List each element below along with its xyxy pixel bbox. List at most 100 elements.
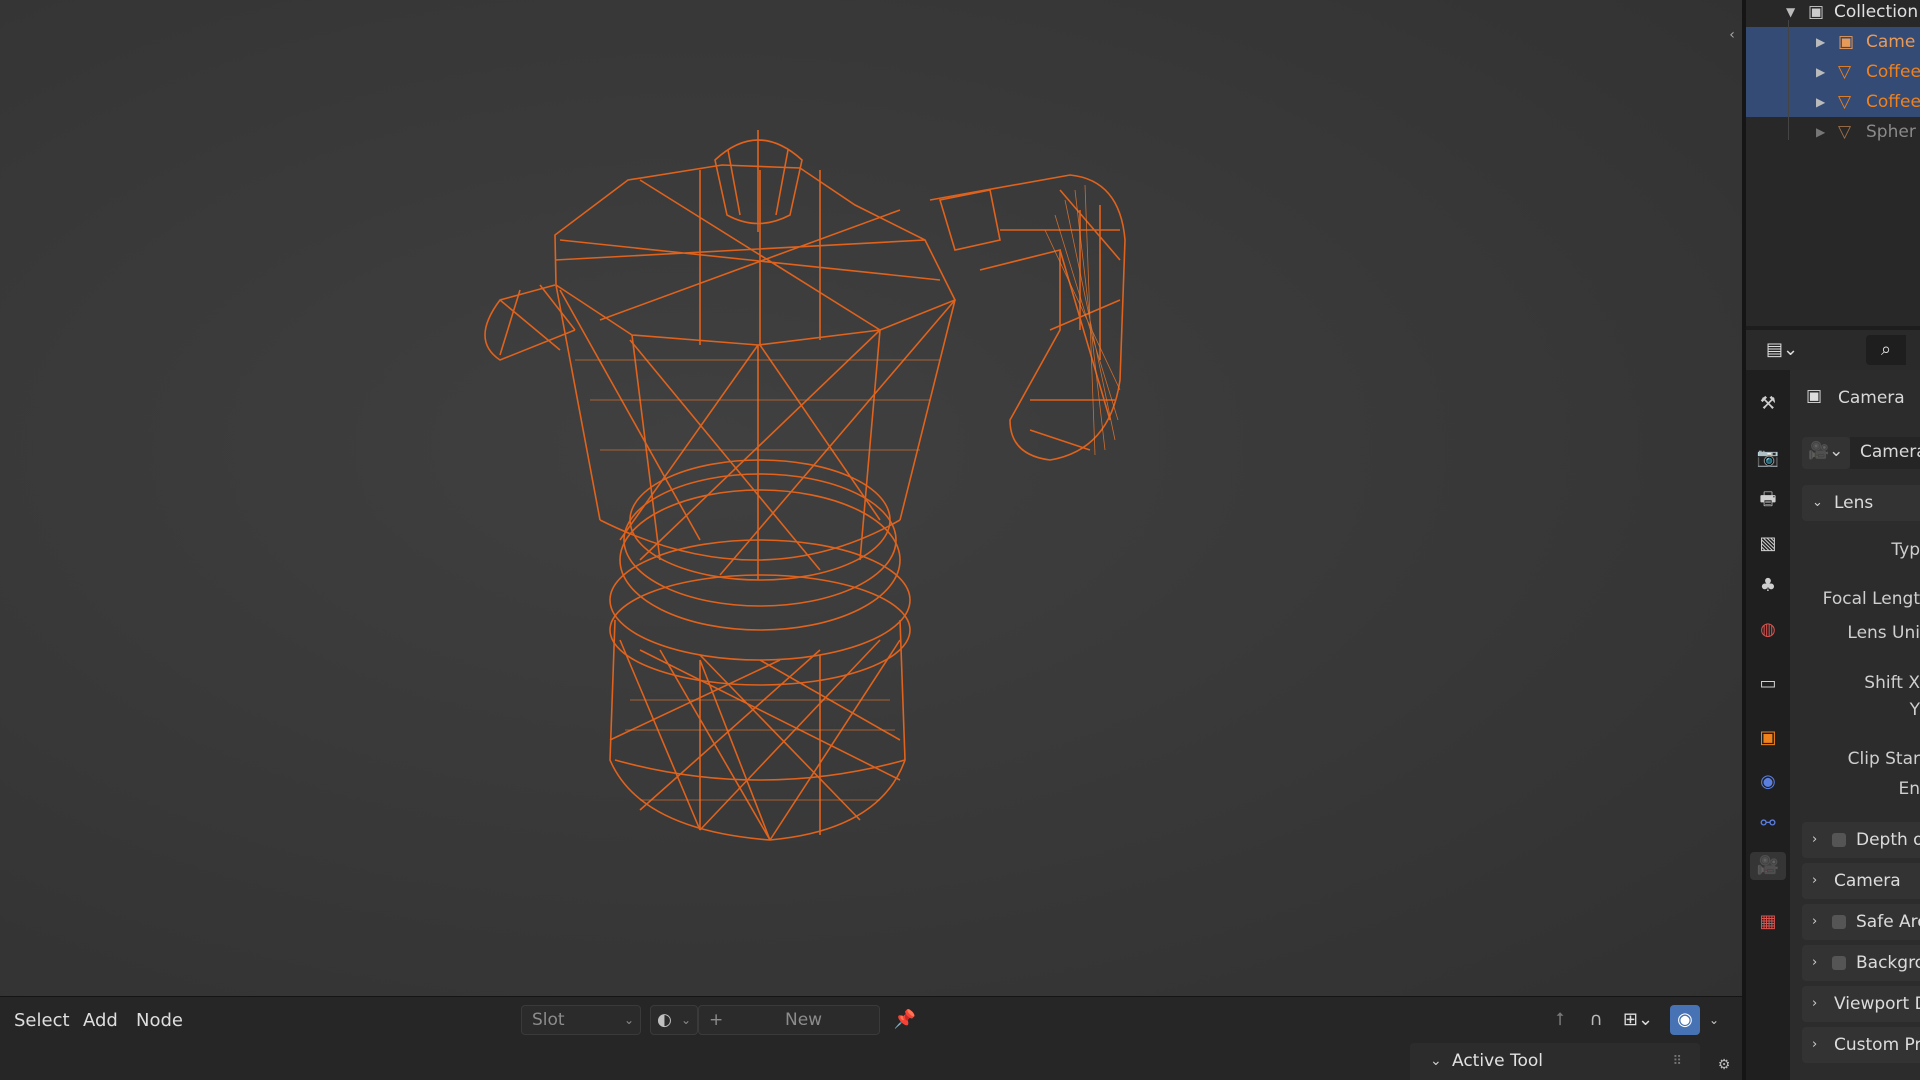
overlays-dropdown-chevron[interactable]: ⌄ [1702, 1005, 1726, 1035]
panel-label: Backgro [1856, 953, 1920, 973]
camera-data-dropdown[interactable]: 🎥⌄ [1802, 437, 1850, 469]
mesh-object-icon: ▽ [1838, 122, 1852, 142]
focal-length-label: Focal Lengt [1822, 589, 1920, 609]
constraints-tab-icon[interactable]: ⚯ [1754, 810, 1782, 838]
outliner-item-camera[interactable]: ▶ ▣ Came [1746, 27, 1920, 57]
lens-panel-header[interactable]: ⌄ Lens [1802, 485, 1920, 521]
chevron-right-icon: › [1812, 832, 1818, 847]
object-name-label: Camera [1838, 388, 1905, 408]
outliner-item-sphere[interactable]: ▶ ▽ Spher [1746, 117, 1920, 147]
outliner-item-name: Came [1866, 32, 1916, 52]
active-tool-label: Active Tool [1452, 1051, 1544, 1071]
scene-tab-icon[interactable]: ♣ [1754, 572, 1782, 600]
snap-magnet-icon[interactable]: ∩ [1582, 1005, 1610, 1035]
collection-name: Collection [1834, 2, 1919, 22]
plus-icon: + [709, 1010, 724, 1030]
new-label: New [785, 1010, 823, 1030]
collapse-arrow-icon[interactable]: ‹ [1724, 20, 1740, 50]
chevron-right-icon: › [1812, 873, 1818, 888]
collection-tab-icon[interactable]: ▭ [1754, 670, 1782, 698]
chevron-down-icon: ⌄ [680, 1013, 691, 1027]
mesh-object-icon: ▽ [1838, 92, 1852, 112]
overlays-toggle-icon[interactable]: ◉ [1670, 1005, 1700, 1035]
outliner-item-name: Spher [1866, 122, 1916, 142]
3d-viewport[interactable] [0, 0, 1742, 996]
output-tab-icon[interactable]: 🖶 [1754, 486, 1782, 514]
search-icon[interactable]: ⌕ [1866, 335, 1906, 365]
pin-icon[interactable]: 📌 [890, 1005, 920, 1035]
render-tab-icon[interactable]: 📷 [1754, 444, 1782, 472]
outliner-item-name: Coffee [1866, 62, 1920, 82]
chevron-down-icon: ⌄ [623, 1013, 634, 1027]
tool-tab-icon[interactable]: ⚒ [1754, 390, 1782, 418]
expand-right-icon[interactable]: ▶ [1816, 27, 1825, 57]
outliner-item-coffee-1[interactable]: ▶ ▽ Coffee [1746, 57, 1920, 87]
panel-label: Depth of [1856, 830, 1920, 850]
background-images-panel[interactable]: › Backgro [1802, 945, 1920, 981]
camera-data-tab-icon[interactable]: 🎥 [1750, 852, 1786, 880]
expand-right-icon[interactable]: ▶ [1816, 117, 1825, 147]
object-tab-icon[interactable]: ▣ [1754, 724, 1782, 752]
panel-label: Custom Pro [1834, 1035, 1920, 1055]
depth-of-field-checkbox[interactable] [1832, 833, 1846, 847]
custom-properties-panel[interactable]: › Custom Pro [1802, 1027, 1920, 1063]
menu-node[interactable]: Node [136, 1006, 183, 1036]
shift-x-label: Shift X [1864, 673, 1920, 693]
depth-of-field-panel[interactable]: › Depth of [1802, 822, 1920, 858]
panel-label: Camera [1834, 871, 1901, 891]
camera-object-icon: ▣ [1838, 32, 1855, 52]
camera-icon: 🎥⌄ [1808, 441, 1844, 461]
menu-add[interactable]: Add [83, 1006, 118, 1036]
object-square-icon: ▣ [1806, 386, 1823, 406]
outliner-collection-row[interactable]: ▼ ▣ Collection [1746, 0, 1920, 27]
new-material-button[interactable]: + New [698, 1005, 880, 1035]
viewport-display-panel[interactable]: › Viewport D [1802, 986, 1920, 1022]
tree-line [1788, 20, 1789, 140]
view-layer-tab-icon[interactable]: ▧ [1754, 530, 1782, 558]
chevron-right-icon: › [1812, 996, 1818, 1011]
panel-label: Safe Are [1856, 912, 1920, 932]
material-sphere-icon: ◐ [657, 1010, 672, 1030]
slot-dropdown[interactable]: Slot ⌄ [521, 1005, 641, 1035]
background-images-checkbox[interactable] [1832, 956, 1846, 970]
camera-panel[interactable]: › Camera [1802, 863, 1920, 899]
expand-right-icon[interactable]: ▶ [1816, 87, 1825, 117]
texture-tab-icon[interactable]: ▦ [1754, 908, 1782, 936]
physics-tab-icon[interactable]: ◉ [1754, 768, 1782, 796]
material-browse-dropdown[interactable]: ◐ ⌄ [650, 1005, 698, 1035]
expand-right-icon[interactable]: ▶ [1816, 57, 1825, 87]
lens-panel-label: Lens [1834, 493, 1874, 513]
snap-grid-dropdown[interactable]: ⊞⌄ [1616, 1005, 1660, 1035]
editor-type-dropdown[interactable]: ▤⌄ [1760, 335, 1804, 365]
properties-tab-bar: ⚒ 📷 🖶 ▧ ♣ ◍ ▭ ▣ ◉ ⚯ 🎥 ▦ [1746, 370, 1790, 1080]
chevron-down-icon: ⌄ [1430, 1053, 1442, 1069]
mesh-object-icon: ▽ [1838, 62, 1852, 82]
camera-data-name-field[interactable]: Camera [1850, 437, 1920, 469]
active-tool-panel[interactable]: ⌄ Active Tool ⠿ [1410, 1043, 1700, 1080]
chevron-right-icon: › [1812, 914, 1818, 929]
drag-grip-icon[interactable]: ⠿ [1672, 1043, 1682, 1080]
collection-icon: ▣ [1808, 2, 1825, 22]
coffee-pot-wireframe [484, 130, 1126, 841]
shift-y-label: Y [1909, 700, 1920, 720]
clip-start-label: Clip Star [1847, 749, 1920, 769]
outliner-item-coffee-2[interactable]: ▶ ▽ Coffee [1746, 87, 1920, 117]
clip-end-label: En [1898, 779, 1920, 799]
sidebar-toggle-icon[interactable]: ⚙ [1712, 1050, 1736, 1080]
world-tab-icon[interactable]: ◍ [1754, 616, 1782, 644]
lens-unit-label: Lens Uni [1847, 623, 1920, 643]
chevron-down-icon: ⌄ [1812, 495, 1823, 510]
slot-label: Slot [532, 1010, 565, 1030]
outliner-item-name: Coffee [1866, 92, 1920, 112]
parent-node-tree-icon[interactable]: ⭡ [1546, 1005, 1574, 1035]
menu-select[interactable]: Select [14, 1006, 70, 1036]
outliner: ▼ ▣ Collection ▶ ▣ Came ▶ ▽ Coffee ▶ ▽ C… [1746, 0, 1920, 326]
panel-label: Viewport D [1834, 994, 1920, 1014]
chevron-right-icon: › [1812, 1037, 1818, 1052]
safe-areas-checkbox[interactable] [1832, 915, 1846, 929]
safe-areas-panel[interactable]: › Safe Are [1802, 904, 1920, 940]
type-label: Typ [1891, 540, 1920, 560]
chevron-right-icon: › [1812, 955, 1818, 970]
properties-header: ▤⌄ ⌕ [1746, 330, 1920, 370]
camera-data-name: Camera [1860, 442, 1920, 462]
